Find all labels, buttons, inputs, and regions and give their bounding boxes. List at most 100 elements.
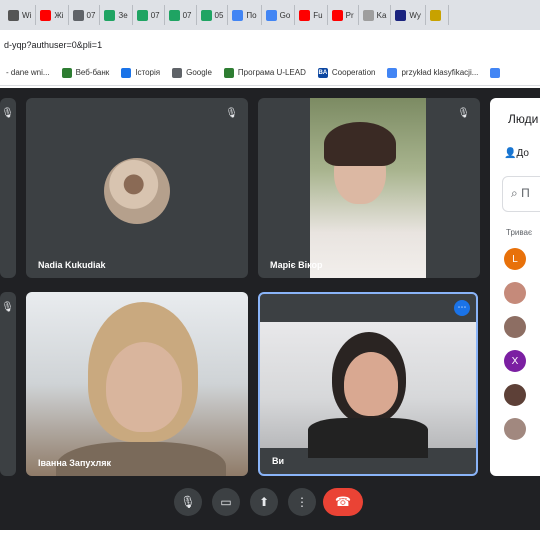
url-text[interactable]: d-yqp?authuser=0&pli=1 — [4, 40, 102, 50]
tab-label: Wi — [22, 10, 32, 20]
youtube-icon — [40, 9, 52, 21]
participant-avatar[interactable] — [504, 418, 526, 440]
participant-avatar — [104, 158, 170, 224]
browser-tab[interactable]: Fu — [295, 5, 328, 25]
participant-avatar[interactable] — [504, 384, 526, 406]
browser-tab[interactable]: Wy — [391, 5, 426, 25]
bookmark-label: - dane wni... — [6, 68, 50, 77]
tab-label: 07 — [182, 10, 192, 20]
video-tile-self[interactable]: ⋯ Ви — [258, 292, 478, 476]
history-icon — [121, 67, 132, 78]
participant-video — [260, 322, 476, 458]
tab-label: Go — [279, 10, 291, 20]
google-icon — [265, 9, 277, 21]
google-icon — [387, 67, 398, 78]
video-tile-partial-top: 🎙 — [0, 98, 16, 278]
search-icon: ⌕ — [511, 186, 518, 200]
participant-avatar[interactable] — [504, 282, 526, 304]
participant-name: Маріє Вікор — [270, 260, 323, 270]
mic-off-icon: 🎙 — [1, 302, 14, 313]
tab-label: 07 — [86, 10, 96, 20]
drive-icon — [200, 9, 212, 21]
video-tile-nadia[interactable]: 🎙 Nadia Kukudiak — [26, 98, 248, 278]
page-icon — [362, 9, 374, 21]
crest-icon — [429, 9, 441, 21]
doc-icon — [8, 9, 19, 21]
call-controls: 🎙 ▭ ⬆ ⋮ ☎ — [0, 488, 540, 524]
person-icon — [223, 67, 234, 78]
google-icon — [490, 67, 501, 78]
add-people-button[interactable]: 👤До — [504, 148, 529, 159]
address-bar[interactable]: d-yqp?authuser=0&pli=1 — [0, 30, 540, 60]
browser-tab[interactable]: Go — [262, 5, 296, 25]
video-tile-partial-bottom: 🎙 — [0, 292, 16, 476]
tab-label: Зе — [118, 10, 128, 20]
tab-label: Wy — [409, 10, 421, 20]
drive-icon — [104, 9, 116, 21]
bookmark-item[interactable]: BA Cooperation — [312, 67, 382, 78]
browser-tab[interactable]: По — [228, 5, 262, 25]
globe-icon — [172, 67, 183, 78]
browser-tab[interactable]: Зе — [100, 5, 133, 25]
bookmark-label: Програма U-LEAD — [237, 68, 306, 77]
ba-icon: BA — [317, 67, 328, 78]
bookmark-label: przykład klasyfikacji... — [401, 68, 479, 77]
drive-icon — [136, 9, 148, 21]
browser-tab[interactable]: Wi — [4, 5, 37, 25]
site-icon — [395, 9, 407, 21]
docs-icon — [232, 9, 244, 21]
bookmark-item[interactable]: Google — [166, 67, 218, 78]
browser-tab[interactable]: 05 — [197, 5, 229, 25]
browser-tab[interactable]: Ka — [359, 5, 392, 25]
microphone-button[interactable]: 🎙 — [174, 488, 202, 516]
video-tile-ivanna[interactable]: Іванна Запухляк — [26, 292, 248, 476]
bookmark-item[interactable]: - dane wni... — [0, 68, 56, 77]
bookmark-item[interactable]: przykład klasyfikacji... — [381, 67, 484, 78]
participant-avatar[interactable] — [504, 316, 526, 338]
bookmark-item[interactable]: Програма U-LEAD — [218, 67, 312, 78]
people-panel: Люди 👤До ⌕ П Триває L X — [490, 98, 540, 476]
tab-label: Pr — [345, 10, 354, 20]
bookmarks-bar: - dane wni... Веб-банк Історія Google Програ… — [0, 60, 540, 86]
bookmark-label: Cooperation — [331, 68, 376, 77]
browser-tab[interactable]: 07 — [69, 5, 101, 25]
video-tile-marie[interactable]: 🎙 Маріє Вікор — [258, 98, 480, 278]
present-button[interactable]: ⬆ — [250, 488, 278, 516]
browser-tab[interactable]: 07 — [165, 5, 197, 25]
participant-name: Nadia Kukudiak — [38, 260, 106, 270]
meet-area: 🎙 🎙 🎙 Nadia Kukudiak 🎙 Маріє Вікор Іванн… — [0, 88, 540, 530]
browser-tab[interactable]: Жі — [36, 5, 69, 25]
youtube-icon — [331, 9, 343, 21]
tab-label: Ka — [376, 10, 387, 20]
participant-avatar[interactable]: X — [504, 350, 526, 372]
more-options-button[interactable]: ⋮ — [288, 488, 316, 516]
mic-off-icon: 🎙 — [225, 108, 238, 119]
tab-label: Жі — [54, 10, 64, 20]
add-person-icon: 👤 — [504, 148, 517, 159]
tab-label: Fu — [313, 10, 323, 20]
browser-tab[interactable]: Pr — [328, 5, 359, 25]
participant-avatar[interactable]: L — [504, 248, 526, 270]
search-people-input[interactable]: ⌕ П — [502, 176, 540, 212]
participant-video — [310, 98, 426, 278]
bookmark-label: Google — [186, 68, 212, 77]
section-label: Триває — [506, 228, 533, 237]
drive-icon — [168, 9, 180, 21]
bookmark-item[interactable] — [484, 67, 510, 78]
tab-strip: Wi Жі 07 Зе 07 07 05 По Go Fu Pr Ka Wy — [0, 0, 540, 30]
camera-button[interactable]: ▭ — [212, 488, 240, 516]
participant-name: Ви — [272, 456, 285, 466]
browser-tab[interactable] — [426, 5, 449, 25]
bookmark-label: Історія — [135, 68, 161, 77]
mic-off-icon: 🎙 — [457, 108, 470, 119]
bank-icon — [61, 67, 72, 78]
browser-tab[interactable]: 07 — [133, 5, 165, 25]
panel-title: Люди — [508, 112, 539, 126]
globe-icon — [72, 9, 84, 21]
bookmark-label: Веб-банк — [75, 68, 110, 77]
bookmark-item[interactable]: Веб-банк — [56, 67, 116, 78]
tab-label: 05 — [214, 10, 224, 20]
bookmark-item[interactable]: Історія — [115, 67, 166, 78]
more-options-icon[interactable]: ⋯ — [454, 300, 470, 316]
leave-call-button[interactable]: ☎ — [323, 488, 363, 516]
